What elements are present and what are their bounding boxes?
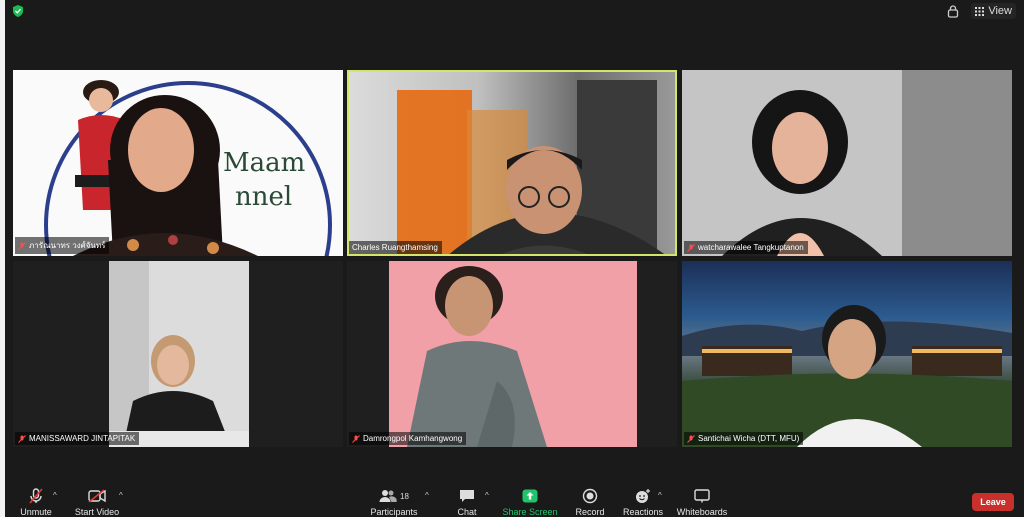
window-edge xyxy=(0,0,5,517)
video-tile-4[interactable]: MANISSAWARD JINTAPITAK xyxy=(13,261,343,447)
grid-icon xyxy=(975,6,985,16)
participant-name-tag: Charles Ruangthamsing xyxy=(349,241,442,254)
view-button[interactable]: View xyxy=(971,3,1016,19)
participant-name-tag: Santichai Wicha (DTT, MFU) xyxy=(684,432,804,445)
meeting-toolbar: Unmute ^ Start Video ^ 18 Participants ^… xyxy=(0,482,1024,517)
participant-name-tag: watcharawalee Tangkuptanon xyxy=(684,241,808,254)
reactions-options-caret-icon[interactable]: ^ xyxy=(658,491,662,500)
whiteboard-icon xyxy=(694,489,710,503)
view-label: View xyxy=(988,5,1012,17)
encryption-shield-icon[interactable] xyxy=(12,5,24,17)
channel-logo-text-line1: Maam xyxy=(223,148,306,178)
participants-options-caret-icon[interactable]: ^ xyxy=(425,491,429,500)
leave-meeting-button[interactable]: Leave xyxy=(972,493,1014,511)
tile-5-scene xyxy=(389,261,637,447)
chat-bubble-icon xyxy=(460,490,474,502)
chat-button[interactable]: Chat xyxy=(432,488,502,517)
tile-3-scene xyxy=(682,70,1012,256)
participant-name-tag: MANISSAWARD JINTAPITAK xyxy=(15,432,140,445)
muted-microphone-icon xyxy=(29,488,43,504)
record-icon xyxy=(582,488,598,504)
muted-mic-icon xyxy=(687,434,695,443)
video-tile-1[interactable]: Maam nnel ภารัณนาทร วงศ์จันทร์ xyxy=(13,70,343,256)
channel-logo-text-line2: nnel xyxy=(235,182,293,212)
whiteboards-button[interactable]: Whiteboards xyxy=(667,488,737,517)
share-screen-icon xyxy=(522,489,538,503)
unmute-button[interactable]: Unmute xyxy=(1,488,71,517)
reactions-icon xyxy=(636,489,650,503)
participant-name-tag: ภารัณนาทร วงศ์จันทร์ xyxy=(15,237,110,254)
top-right-controls: View xyxy=(945,3,1016,19)
participants-icon xyxy=(379,490,397,502)
tile-6-scene xyxy=(682,305,1012,447)
muted-mic-icon xyxy=(18,434,26,443)
muted-mic-icon xyxy=(18,241,26,250)
participants-button[interactable]: 18 Participants xyxy=(359,488,429,517)
chat-options-caret-icon[interactable]: ^ xyxy=(485,491,489,500)
video-options-caret-icon[interactable]: ^ xyxy=(119,491,123,500)
audio-options-caret-icon[interactable]: ^ xyxy=(53,491,57,500)
video-off-icon xyxy=(88,489,106,503)
video-tile-2[interactable]: Charles Ruangthamsing xyxy=(347,70,677,256)
video-tile-3[interactable]: watcharawalee Tangkuptanon xyxy=(682,70,1012,256)
immersive-icon[interactable] xyxy=(945,3,961,19)
muted-mic-icon xyxy=(352,434,360,443)
tile-2-scene xyxy=(397,80,667,256)
tile-4-scene xyxy=(109,261,249,447)
muted-mic-icon xyxy=(687,243,695,252)
participants-count: 18 xyxy=(400,491,409,501)
video-tile-6[interactable]: Santichai Wicha (DTT, MFU) xyxy=(682,261,1012,447)
video-tile-5[interactable]: Damrongpol Kamhangwong xyxy=(347,261,677,447)
participant-name-tag: Damrongpol Kamhangwong xyxy=(349,432,467,445)
